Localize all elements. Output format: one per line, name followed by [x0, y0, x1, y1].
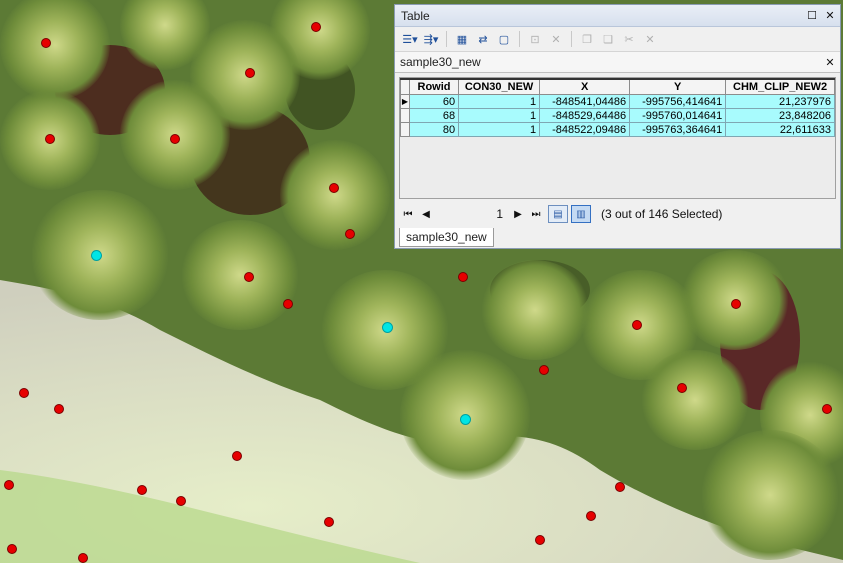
selected-sample-point[interactable] [459, 413, 471, 425]
table-options-icon[interactable]: ☰▾ [401, 30, 419, 48]
record-navigation: ⏮ ◀ 1 ▶ ⏭ ▤ ▥ (3 out of 146 Selected) [399, 203, 836, 225]
next-record-icon[interactable]: ▶ [509, 205, 527, 223]
current-record-field[interactable]: 1 [435, 207, 509, 221]
table-cell[interactable]: -848522,09486 [539, 122, 631, 137]
sample-point[interactable] [45, 134, 55, 144]
column-header-y[interactable]: Y [629, 78, 727, 95]
sample-point[interactable] [41, 38, 51, 48]
sample-point[interactable] [677, 383, 687, 393]
paste-icon[interactable]: ❏ [599, 30, 617, 48]
table-window[interactable]: Table ☐ ✕ ☰▾ ⇶▾ ▦ ⇄ ▢ ⊡ ✕ ❐ ❏ ✂ ✕ sample30_new ✕ R… [394, 4, 841, 249]
row-selector[interactable] [400, 108, 410, 123]
sample-point[interactable] [615, 482, 625, 492]
column-header-rowid[interactable]: Rowid [408, 78, 460, 95]
row-selector[interactable] [400, 122, 410, 137]
column-header-x[interactable]: X [539, 78, 631, 95]
sample-point[interactable] [7, 544, 17, 554]
show-selected-records-icon[interactable]: ▥ [571, 205, 591, 223]
sample-point[interactable] [822, 404, 832, 414]
sample-point[interactable] [4, 480, 14, 490]
table-toolbar: ☰▾ ⇶▾ ▦ ⇄ ▢ ⊡ ✕ ❐ ❏ ✂ ✕ [395, 27, 840, 52]
table-row[interactable]: ▶ 60 1 -848541,04486 -995756,414641 21,237976 [400, 94, 835, 109]
first-record-icon[interactable]: ⏮ [399, 205, 417, 223]
close-icon[interactable]: ✕ [822, 54, 838, 70]
attribute-grid[interactable]: Rowid CON30_NEW X Y CHM_CLIP_NEW2 ▶ 60 1 -84854… [399, 77, 836, 199]
table-row[interactable]: 68 1 -848529,64486 -995760,014641 23,848206 [400, 108, 835, 123]
restore-icon[interactable]: ☐ [804, 8, 820, 24]
sample-point[interactable] [176, 496, 186, 506]
sample-point[interactable] [311, 22, 321, 32]
toolbar-separator [446, 31, 447, 47]
sample-point[interactable] [78, 553, 88, 563]
tree-crown [700, 430, 840, 560]
table-cell[interactable]: 23,848206 [725, 108, 835, 123]
sample-point[interactable] [458, 272, 468, 282]
sample-point[interactable] [244, 272, 254, 282]
table-cell[interactable]: -848541,04486 [539, 94, 631, 109]
sample-point[interactable] [345, 229, 355, 239]
selection-count: (3 out of 146 Selected) [601, 207, 723, 221]
table-window-titlebar[interactable]: Table ☐ ✕ [395, 5, 840, 27]
sample-point[interactable] [170, 134, 180, 144]
table-cell[interactable]: 80 [408, 122, 460, 137]
last-record-icon[interactable]: ⏭ [527, 205, 545, 223]
table-cell[interactable]: -995763,364641 [629, 122, 727, 137]
table-window-title: Table [401, 8, 430, 23]
table-cell[interactable]: 1 [458, 108, 541, 123]
sample-point[interactable] [632, 320, 642, 330]
clear-selection-icon[interactable]: ▢ [495, 30, 513, 48]
sample-point[interactable] [245, 68, 255, 78]
column-header-chm-clip-new2[interactable]: CHM_CLIP_NEW2 [725, 78, 835, 95]
select-by-attributes-icon[interactable]: ▦ [453, 30, 471, 48]
table-cell[interactable]: 68 [408, 108, 460, 123]
table-cell[interactable]: -995756,414641 [629, 94, 727, 109]
selected-sample-point[interactable] [381, 321, 393, 333]
table-cell[interactable]: 22,611633 [725, 122, 835, 137]
toolbar-separator [571, 31, 572, 47]
switch-selection-icon[interactable]: ⇄ [474, 30, 492, 48]
sample-point[interactable] [283, 299, 293, 309]
table-cell[interactable]: 1 [458, 122, 541, 137]
zoom-to-selected-icon[interactable]: ⊡ [526, 30, 544, 48]
sample-point[interactable] [54, 404, 64, 414]
row-selector-header [400, 78, 410, 95]
attribute-table: Rowid CON30_NEW X Y CHM_CLIP_NEW2 ▶ 60 1 -84854… [400, 78, 835, 137]
toolbar-separator [519, 31, 520, 47]
delete-selected-icon[interactable]: ✕ [547, 30, 565, 48]
tree-crown [640, 350, 750, 450]
cut-icon[interactable]: ✂ [620, 30, 638, 48]
sample-point[interactable] [586, 511, 596, 521]
sample-point[interactable] [324, 517, 334, 527]
tree-crown [180, 220, 300, 330]
close-icon[interactable]: ✕ [822, 8, 838, 24]
sample-point[interactable] [232, 451, 242, 461]
row-selector[interactable]: ▶ [400, 94, 410, 109]
table-header: sample30_new ✕ [395, 52, 840, 73]
column-header-con30-new[interactable]: CON30_NEW [458, 78, 541, 95]
table-cell[interactable]: 21,237976 [725, 94, 835, 109]
table-cell[interactable]: -995760,014641 [629, 108, 727, 123]
table-tab[interactable]: sample30_new [399, 228, 494, 247]
sample-point[interactable] [535, 535, 545, 545]
sample-point[interactable] [329, 183, 339, 193]
sample-point[interactable] [731, 299, 741, 309]
sample-point[interactable] [19, 388, 29, 398]
tree-crown [280, 140, 390, 250]
table-cell[interactable]: 60 [408, 94, 460, 109]
prev-record-icon[interactable]: ◀ [417, 205, 435, 223]
sample-point[interactable] [137, 485, 147, 495]
show-all-records-icon[interactable]: ▤ [548, 205, 568, 223]
table-cell[interactable]: 1 [458, 94, 541, 109]
tree-crown [480, 260, 590, 360]
remove-icon[interactable]: ✕ [641, 30, 659, 48]
table-row[interactable]: 80 1 -848522,09486 -995763,364641 22,611633 [400, 122, 835, 137]
related-tables-icon[interactable]: ⇶▾ [422, 30, 440, 48]
selected-sample-point[interactable] [90, 249, 102, 261]
table-name: sample30_new [400, 55, 481, 69]
copy-icon[interactable]: ❐ [578, 30, 596, 48]
sample-point[interactable] [539, 365, 549, 375]
table-cell[interactable]: -848529,64486 [539, 108, 631, 123]
